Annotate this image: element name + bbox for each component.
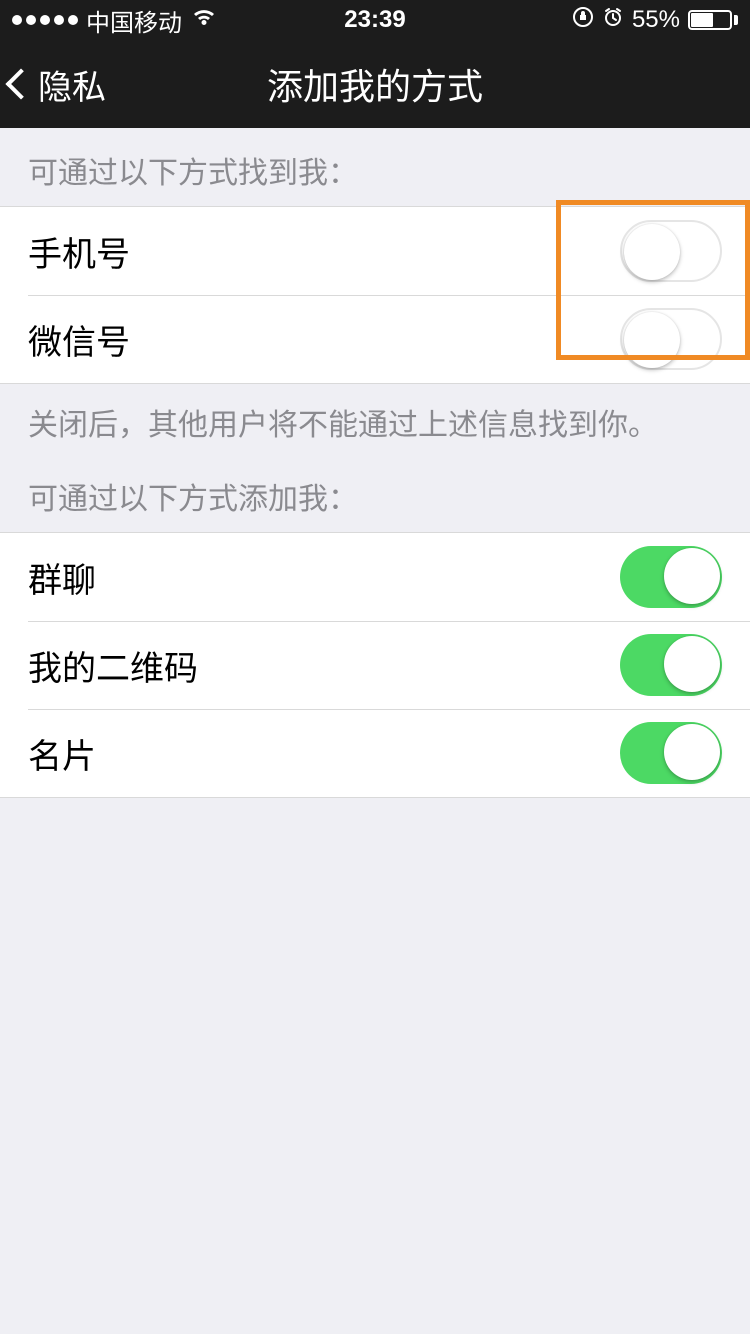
battery-icon [688, 10, 738, 30]
row-name-card: 名片 [0, 709, 750, 797]
status-right: 55% [572, 6, 738, 35]
group-add-me: 群聊 我的二维码 名片 [0, 532, 750, 798]
row-label: 微信号 [28, 315, 130, 364]
status-left: 中国移动 [12, 3, 218, 38]
row-phone: 手机号 [0, 207, 750, 295]
toggle-phone[interactable] [620, 220, 722, 282]
toggle-name-card[interactable] [620, 722, 722, 784]
carrier-label: 中国移动 [86, 3, 182, 38]
section-footer-find-me: 关闭后，其他用户将不能通过上述信息找到你。 [0, 384, 750, 454]
row-wechat-id: 微信号 [0, 295, 750, 383]
row-label: 名片 [28, 729, 96, 778]
row-label: 我的二维码 [28, 641, 198, 690]
group-find-me: 手机号 微信号 [0, 206, 750, 384]
orientation-lock-icon [572, 6, 594, 35]
row-label: 手机号 [28, 227, 130, 276]
back-label: 隐私 [38, 60, 106, 109]
back-button[interactable]: 隐私 [10, 40, 106, 128]
page-title: 添加我的方式 [267, 58, 483, 110]
chevron-left-icon [5, 68, 36, 99]
row-label: 群聊 [28, 553, 96, 602]
wifi-icon [190, 6, 218, 35]
row-qr-code: 我的二维码 [0, 621, 750, 709]
row-group-chat: 群聊 [0, 533, 750, 621]
toggle-wechat-id[interactable] [620, 308, 722, 370]
nav-bar: 隐私 添加我的方式 [0, 40, 750, 128]
section-header-find-me: 可通过以下方式找到我： [0, 128, 750, 206]
toggle-group-chat[interactable] [620, 546, 722, 608]
alarm-icon [602, 6, 624, 35]
battery-pct: 55% [632, 6, 680, 34]
section-header-add-me: 可通过以下方式添加我： [0, 454, 750, 532]
status-bar: 中国移动 23:39 55% [0, 0, 750, 40]
toggle-qr-code[interactable] [620, 634, 722, 696]
signal-dots-icon [12, 15, 78, 25]
status-time: 23:39 [344, 6, 405, 34]
